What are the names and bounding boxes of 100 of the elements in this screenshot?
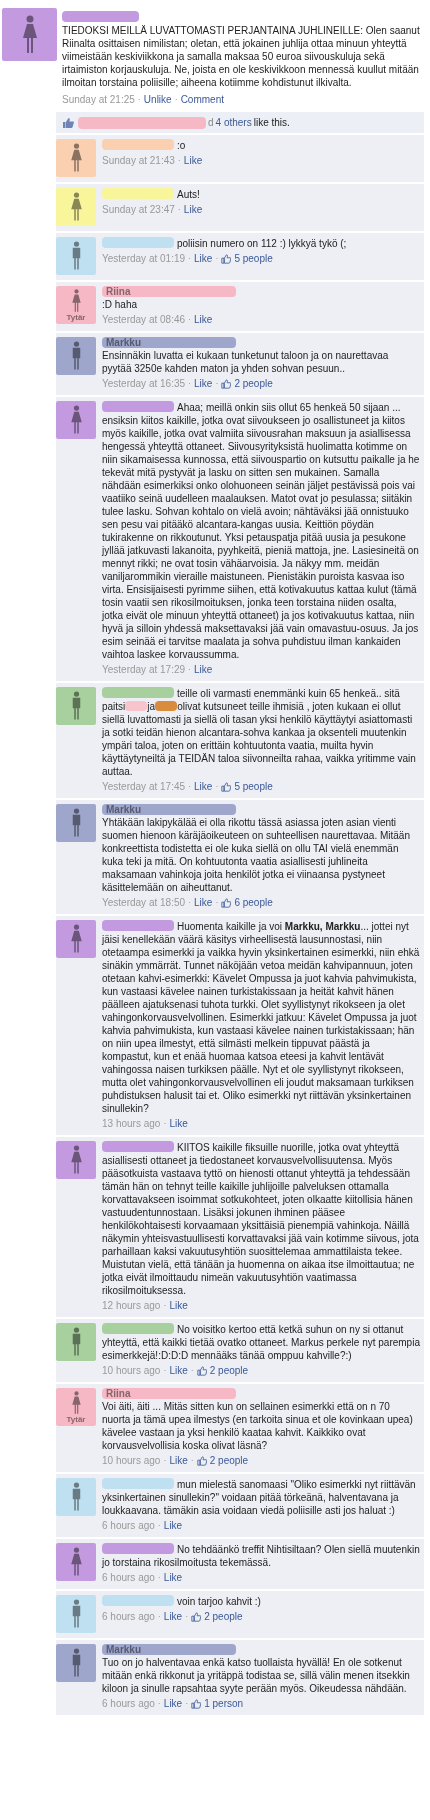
female-figure-icon: [68, 1145, 84, 1175]
comment-text: :D haha: [102, 298, 139, 311]
avatar[interactable]: [56, 1478, 96, 1516]
likes-count-link[interactable]: 2 people: [204, 1610, 243, 1623]
avatar[interactable]: [56, 804, 96, 842]
comment-text: Tuo on jo halventavaa enkä katso tuollaista hyvällä! En ole sotkenut mitään enkä rikkonut ja yritäppä todistaa se, sillä välin menen itsekkin kiloon ja sinulle rapsahtaa syyte perään myös. Oikeudessa nähdään.: [102, 1656, 411, 1695]
thumbs-up-icon: [196, 1365, 207, 1376]
like-link[interactable]: Like: [194, 780, 213, 793]
likes-count-link[interactable]: 1 person: [204, 1697, 244, 1710]
thumbs-up-icon: [62, 116, 74, 129]
separator-dot: ·: [215, 780, 219, 793]
comment-text: voin tarjoo kahvit :): [102, 1595, 420, 1608]
comment-text: poliisin numero on 112 :) lykkyä tykö (;: [102, 237, 420, 250]
like-link[interactable]: Like: [194, 377, 213, 390]
separator-dot: ·: [188, 252, 192, 265]
avatar[interactable]: [56, 401, 96, 439]
likes-count-link[interactable]: 2 people: [209, 1454, 249, 1467]
separator-dot: ·: [177, 203, 181, 216]
comment-text: Auts!: [102, 188, 420, 201]
likes-count-link[interactable]: 6 people: [234, 896, 273, 909]
likes-count-link[interactable]: 2 people: [234, 377, 273, 390]
avatar[interactable]: [56, 1323, 96, 1361]
separator-dot: ·: [190, 1364, 194, 1377]
like-link[interactable]: Like: [183, 154, 203, 167]
like-link[interactable]: Like: [163, 1571, 183, 1584]
thumbs-up-icon: [221, 378, 232, 389]
like-link[interactable]: Like: [194, 252, 213, 265]
thumbs-up-icon: [196, 1455, 207, 1466]
like-link[interactable]: Like: [169, 1299, 188, 1312]
likes-link[interactable]: 4 others: [215, 116, 252, 129]
comment-text: Ahaa; meillä onkin siis ollut 65 henkeä 50 sijaan ... ensiksin kiitos kaikille, jotka ovat siivoukseen jo osallistuneet ja kiitos myös kaikille, jotka ovat valmiita siivousrahan maksuun ja asiallisessa hengessä yhteyttä ottaneet. Siivousyrityksistä huolimatta kotimme on niin sikamaisessa kunnossa, että siivouspartio on kutsuttu paikalle ja he tekevät mitä pystyvät ja lasku on sitten sen mukainen. Samalla nähdään esimerkiksi onko olohuoneen seinän jäljet pestävissä pois vai vaatiiko seinä uudelleen maalauksen. Matot ovat jo pesulassa; siitäkin tulee lasku. Sohvan kohtalo on vielä avoin; nähtäväksi jää onnistuuko sen pesu vai pitääkö alcantara-kangas uusia. Keittiön pöydän tukirakenne on rikkoutunut. Yksi petauspatja pitää uusia ja pesukone jyllää jatkuvasti lakanoita, pyyhkeitä, pieniä mattoja, jne. Lasiesineitä on mennyt rikki; ne ovat tosin vähäarvoisia. Ja näkyy mm. meidän vaniljarommikin vieraille maistuneen. Pienistäkin puroista kasvaa iso virta. Ensisijaisesti pyrimme siihen, että kotivakuutus kattaa kulut (tämä tosin vaatii sen rikosilmoituksen, jonka teen torstaina niiden osalta, jotka eivät ole minuun yhteyttä ottaneet) ja jos kotivakuutus kattaa, niin hyvä ja silloin yhdessä maksettavaksi jää vain omavastuu-osuus. Ja jos esim seinää ei tarvitse maalata ja sohva puhdistuu ilman kankaiden vaihtoa laskee korvaussumma.: [102, 401, 420, 661]
avatar[interactable]: [56, 1543, 96, 1581]
like-link[interactable]: Like: [194, 896, 213, 909]
timestamp: Sunday at 21:43: [102, 154, 175, 167]
timestamp: 6 hours ago: [102, 1519, 155, 1532]
thumbs-up-icon: [191, 1698, 202, 1709]
avatar[interactable]: [56, 920, 96, 958]
likes-count-link[interactable]: 5 people: [234, 252, 273, 265]
thumbs-up-icon: [221, 781, 232, 792]
separator-dot: ·: [188, 663, 192, 676]
female-figure-icon: [68, 405, 84, 435]
timestamp: 13 hours ago: [102, 1117, 161, 1130]
separator-dot: ·: [157, 1571, 161, 1584]
separator-dot: ·: [157, 1519, 161, 1532]
separator-dot: ·: [163, 1117, 167, 1130]
female-figure-icon: [68, 143, 84, 173]
timestamp: Yesterday at 18:50: [102, 896, 186, 909]
thumbs-up-icon: [221, 897, 232, 908]
relation-label: Tytär: [66, 312, 86, 322]
thumbs-up-icon: [221, 253, 232, 264]
avatar[interactable]: [2, 8, 57, 61]
like-link[interactable]: Like: [163, 1519, 183, 1532]
timestamp: Sunday at 23:47: [102, 203, 175, 216]
like-link[interactable]: Like: [169, 1117, 188, 1130]
avatar[interactable]: [56, 1141, 96, 1179]
like-link[interactable]: Like: [163, 1610, 183, 1623]
female-figure-icon: [68, 192, 84, 222]
separator-dot: ·: [163, 1299, 167, 1312]
separator-dot: ·: [215, 377, 219, 390]
likes-text: like this.: [253, 116, 290, 129]
comment-text: :o: [102, 139, 420, 152]
like-link[interactable]: Like: [183, 203, 203, 216]
timestamp: 10 hours ago: [102, 1454, 161, 1467]
separator-dot: ·: [188, 896, 192, 909]
like-link[interactable]: Like: [169, 1364, 188, 1377]
avatar[interactable]: [56, 237, 96, 275]
timestamp: Yesterday at 17:45: [102, 780, 186, 793]
avatar[interactable]: [56, 139, 96, 177]
separator-dot: ·: [174, 93, 178, 106]
comment-text: KIITOS kaikille fiksuille nuorille, jotka ovat yhteyttä asiallisesti ottaneet ja tiedostaneet korvausvelvollisuutensa. Myös pääsotkuista vastaava tyttö on hienosti ottanut yhteyttä ja tehdessään tämän hän on tehnyt teille kaikille juhlijoille palveluksen ottamalla korvattavakseen isoimmat sotkukohteet, joten olkaatte kiitollisia hänen vastuudentunnostaan. Lisäksi jokunen ihminen pääsee henkilökohtaisesti korvaamaan yksittäisiä pienempiä vahinkoja. Näillä näkymin yhteisvastuullisesti korvattavaksi jää vain kotimme siivous, jota parhaillaan kaksi vakuutusyhtiön suosittelemaa ammattilaista tekee. Muistutan vielä, että tänään ja huomenna on aikaa itse ilmoittautua; ne jotka eivät ilmoittaudu nimeän vakuutusyhtiön vaatimassa rikosilmoituksessa.: [102, 1141, 420, 1297]
female-figure-icon: [68, 924, 84, 954]
separator-dot: ·: [188, 377, 192, 390]
comment-text: mun mielestä sanomaasi "Oliko esimerkki nyt riittävän yksinkertainen sinullekin?" voidaan pitää törkeänä, halventavana ja loukkaavana. tämäkin asia voidaan viedä poliisille asti jos haluat :): [102, 1478, 417, 1517]
like-link[interactable]: Like: [169, 1454, 188, 1467]
avatar[interactable]: [56, 188, 96, 226]
timestamp: Sunday at 21:25: [62, 93, 135, 106]
separator-dot: ·: [188, 313, 192, 326]
action-link[interactable]: Unlike: [143, 93, 172, 106]
separator-dot: ·: [177, 154, 181, 167]
timestamp: 12 hours ago: [102, 1299, 161, 1312]
avatar[interactable]: [56, 1595, 96, 1633]
avatar[interactable]: [56, 687, 96, 725]
timestamp: Yesterday at 08:46: [102, 313, 186, 326]
avatar[interactable]: [56, 1644, 96, 1682]
comment-text: Ensinnäkin luvatta ei kukaan tunketunut taloon ja on naurettavaa pyytää 3250e kahden maton ja yhden sohvan pesuun..: [102, 349, 390, 375]
comment-text: Huomenta kaikille ja voi Markku, Markku... jottei nyt jäisi kenellekään väärä käsitys virheellisestä lausunnostasi, niin otetaampa esimerkki ja vaikka hyvin yksinkertainen esimerkki, niin ehkä sinäkin ymmärrät. Tunnet näköjään vetoa meidän kahvipannuun, joten otetaan kahvi-esimerkki: Kävelet Ompussa ja juot kahvia pahvimukista, kun vastaasi kävelee nainen turkistakissaan ja heität kahvit hänen päälleen ajatuksenasi tuhota turkki. Olet syyllistynyt rikokseen ja olet vahingonkorvausvelvollinen. Esimerkki jatkuu: Kävelet Ompussa ja juot kahvia pahvimukista, kun vastaasi kävelee nainen turkistakissaan; hän on niin upea ilmestyt, että silmästi melkein tippuvat päästä ja kompastut, kun et enää huomaa katsoa eteesi ja kahvit lentävät vahingossa naisen turkiksen päälle. Nyt et ole syyllistynyt rikokseen, mutta olet vahingonkorvausvelvollinen eli joudut maksamaan turkiksen puhdistuksen halusit tai et. Oliko esimerkki nyt riittävän yksinkertainen sinullekin?: [102, 920, 420, 1115]
comment-text: Voi äiti, äiti ... Mitäs sitten kun on sellainen esimerkki että on n 70 nuorta ja tämä upea ilmestys (en tarkoita sinua et ole kovinkaan upea) kävelee vastaan ja yksi henkilö kaataa kahvit. Kaikkiko ovat korvausvelvollisia koska olivat läsnä?: [102, 1400, 414, 1452]
comment-text: No voisitko kertoo että ketkä suhun on ny si ottanut yhteyttä, että kaikki tietää ovatko ottaneet. Markus perkele nyt parempia esimerkkejä!:D:D:D mennääks tänää omppuu kahville?:): [102, 1323, 420, 1362]
like-link[interactable]: Like: [194, 663, 213, 676]
action-link[interactable]: Comment: [180, 93, 224, 106]
likes-count-link[interactable]: 5 people: [234, 780, 273, 793]
like-link[interactable]: Like: [163, 1697, 183, 1710]
likes-text: d: [208, 116, 214, 129]
thumbs-up-icon: [191, 1611, 202, 1622]
like-link[interactable]: Like: [194, 313, 213, 326]
separator-dot: ·: [188, 780, 192, 793]
separator-dot: ·: [215, 896, 219, 909]
timestamp: 6 hours ago: [102, 1697, 155, 1710]
avatar[interactable]: [56, 337, 96, 375]
likes-count-link[interactable]: 2 people: [209, 1364, 249, 1377]
